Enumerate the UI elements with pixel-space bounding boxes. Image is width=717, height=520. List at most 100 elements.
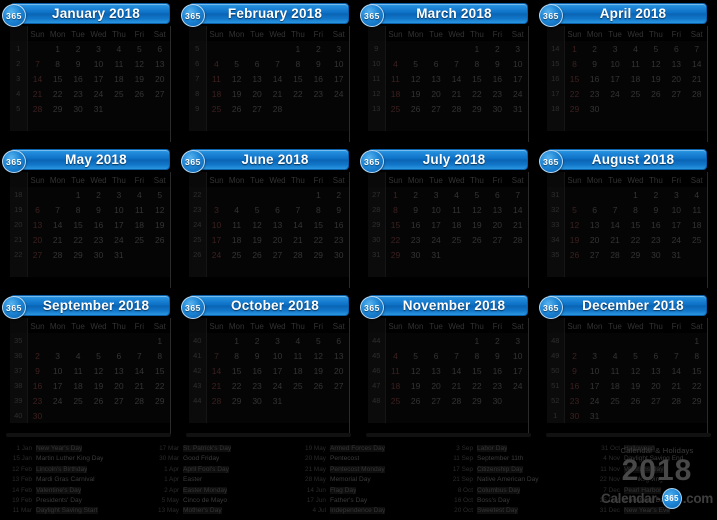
month-header[interactable]: April 2018 xyxy=(547,3,707,24)
day-cell[interactable]: 11 xyxy=(625,56,646,71)
day-cell[interactable]: 5 xyxy=(88,348,109,363)
day-cell[interactable]: 12 xyxy=(625,363,646,378)
day-cell[interactable]: 21 xyxy=(27,86,48,101)
day-cell[interactable]: 30 xyxy=(487,101,508,116)
day-cell[interactable]: 2 xyxy=(328,187,349,202)
day-cell[interactable]: 3 xyxy=(88,41,109,56)
day-cell[interactable]: 20 xyxy=(584,232,605,247)
day-cell[interactable]: 1 xyxy=(308,187,329,202)
day-cell[interactable]: 31 xyxy=(584,408,605,423)
day-cell[interactable]: 15 xyxy=(466,363,488,378)
day-cell[interactable]: 9 xyxy=(564,363,585,378)
day-cell[interactable]: 30 xyxy=(405,247,426,262)
day-cell[interactable]: 4 xyxy=(287,333,309,348)
day-cell[interactable]: 1 xyxy=(625,187,646,202)
day-cell[interactable]: 7 xyxy=(129,348,150,363)
day-cell[interactable]: 6 xyxy=(267,202,288,217)
day-cell[interactable]: 17 xyxy=(507,363,528,378)
day-cell[interactable]: 20 xyxy=(149,71,170,86)
day-cell[interactable]: 1 xyxy=(686,333,707,348)
day-cell[interactable]: 30 xyxy=(645,247,667,262)
day-cell[interactable]: 3 xyxy=(328,41,349,56)
day-cell[interactable]: 12 xyxy=(226,71,247,86)
day-cell[interactable]: 11 xyxy=(108,56,130,71)
day-cell[interactable]: 15 xyxy=(149,363,170,378)
day-cell[interactable]: 21 xyxy=(267,86,288,101)
legend-item[interactable]: 13 May Mother's Day xyxy=(149,507,292,517)
month-header[interactable]: October 2018 xyxy=(189,295,349,316)
day-cell[interactable]: 24 xyxy=(604,86,626,101)
day-cell[interactable]: 22 xyxy=(466,378,488,393)
day-cell[interactable]: 14 xyxy=(686,56,707,71)
legend-item[interactable]: 11 Mar Daylight Saving Start xyxy=(2,507,145,517)
day-cell[interactable]: 2 xyxy=(645,187,667,202)
day-cell[interactable]: 28 xyxy=(206,393,227,408)
day-cell[interactable]: 13 xyxy=(487,202,508,217)
day-cell[interactable]: 21 xyxy=(129,378,150,393)
day-cell[interactable]: 20 xyxy=(267,232,288,247)
day-cell[interactable]: 30 xyxy=(564,408,585,423)
day-cell[interactable]: 17 xyxy=(604,71,626,86)
day-cell[interactable]: 4 xyxy=(625,41,646,56)
day-cell[interactable]: 19 xyxy=(564,232,585,247)
day-cell[interactable]: 8 xyxy=(564,56,585,71)
day-cell[interactable]: 2 xyxy=(246,333,268,348)
day-cell[interactable]: 9 xyxy=(645,202,667,217)
day-cell[interactable]: 4 xyxy=(686,187,707,202)
day-cell[interactable]: 23 xyxy=(328,232,349,247)
day-cell[interactable]: 16 xyxy=(584,71,605,86)
day-cell[interactable]: 20 xyxy=(425,86,447,101)
day-cell[interactable]: 30 xyxy=(328,247,349,262)
day-cell[interactable]: 28 xyxy=(446,393,467,408)
legend-item[interactable]: 21 May Pentecost Monday xyxy=(296,465,439,476)
day-cell[interactable]: 20 xyxy=(666,71,687,86)
day-cell[interactable]: 14 xyxy=(666,363,687,378)
day-cell[interactable]: 2 xyxy=(27,348,48,363)
day-cell[interactable]: 5 xyxy=(564,202,585,217)
day-cell[interactable]: 25 xyxy=(625,86,646,101)
day-cell[interactable]: 29 xyxy=(385,247,406,262)
day-cell[interactable]: 6 xyxy=(27,202,48,217)
day-cell[interactable]: 9 xyxy=(27,363,48,378)
day-cell[interactable]: 4 xyxy=(385,56,406,71)
day-cell[interactable]: 24 xyxy=(108,232,130,247)
day-cell[interactable]: 27 xyxy=(425,393,447,408)
day-cell[interactable]: 23 xyxy=(67,86,89,101)
day-cell[interactable]: 8 xyxy=(385,202,406,217)
day-cell[interactable]: 3 xyxy=(108,187,130,202)
day-cell[interactable]: 23 xyxy=(27,393,48,408)
day-cell[interactable]: 6 xyxy=(425,348,447,363)
day-cell[interactable]: 18 xyxy=(108,71,130,86)
day-cell[interactable]: 21 xyxy=(507,217,528,232)
day-cell[interactable]: 17 xyxy=(47,378,68,393)
day-cell[interactable]: 14 xyxy=(27,71,48,86)
day-cell[interactable]: 28 xyxy=(129,393,150,408)
day-cell[interactable]: 8 xyxy=(47,56,68,71)
day-cell[interactable]: 5 xyxy=(129,41,150,56)
day-cell[interactable]: 20 xyxy=(425,378,447,393)
day-cell[interactable]: 18 xyxy=(446,217,467,232)
day-cell[interactable]: 30 xyxy=(584,101,605,116)
day-cell[interactable]: 16 xyxy=(27,378,48,393)
day-cell[interactable]: 9 xyxy=(67,56,89,71)
day-cell[interactable]: 23 xyxy=(487,86,508,101)
day-cell[interactable]: 27 xyxy=(666,86,687,101)
day-cell[interactable]: 2 xyxy=(88,187,109,202)
day-cell[interactable]: 13 xyxy=(267,217,288,232)
day-cell[interactable]: 15 xyxy=(564,71,585,86)
day-cell[interactable]: 27 xyxy=(584,247,605,262)
day-cell[interactable]: 3 xyxy=(507,41,528,56)
day-cell[interactable]: 5 xyxy=(226,56,247,71)
day-cell[interactable]: 30 xyxy=(67,101,89,116)
day-cell[interactable]: 11 xyxy=(385,363,406,378)
day-cell[interactable]: 18 xyxy=(206,86,227,101)
day-cell[interactable]: 12 xyxy=(405,71,426,86)
day-cell[interactable]: 4 xyxy=(446,187,467,202)
day-cell[interactable]: 21 xyxy=(446,86,467,101)
day-cell[interactable]: 11 xyxy=(226,217,247,232)
day-cell[interactable]: 28 xyxy=(47,247,68,262)
day-cell[interactable]: 28 xyxy=(27,101,48,116)
day-cell[interactable]: 30 xyxy=(487,393,508,408)
legend-item[interactable]: 2 Apr Easter Monday xyxy=(149,486,292,497)
day-cell[interactable]: 9 xyxy=(405,202,426,217)
